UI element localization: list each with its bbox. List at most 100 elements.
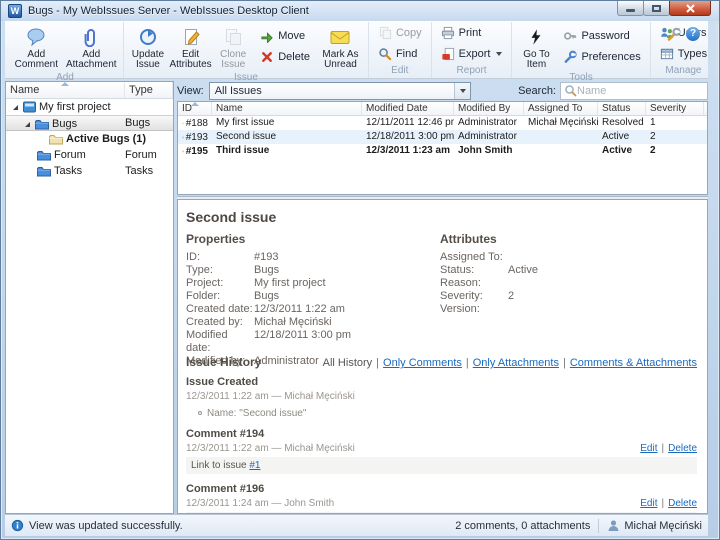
minimize-icon xyxy=(626,9,635,12)
print-button[interactable]: Print xyxy=(435,24,509,42)
export-pdf-icon xyxy=(441,47,455,61)
read-envelope-icon xyxy=(182,119,184,128)
edit-attributes-button[interactable]: Edit Attributes xyxy=(169,22,212,71)
folder-icon xyxy=(37,166,51,177)
filter-comments-attachments[interactable]: Comments & Attachments xyxy=(570,357,697,369)
clone-icon xyxy=(223,27,243,47)
toolbar-group-connection: Close Details Connection xyxy=(716,22,720,78)
edit-comment-link[interactable]: Edit xyxy=(640,498,657,509)
edit-comment-link[interactable]: Edit xyxy=(640,443,657,454)
folder-icon xyxy=(35,119,49,130)
titlebar: W Bugs - My WebIssues Server - WebIssues… xyxy=(1,1,719,21)
maximize-icon xyxy=(652,5,661,12)
delete-comment-link[interactable]: Delete xyxy=(668,498,697,509)
export-button[interactable]: Export xyxy=(435,45,509,63)
go-to-item-button[interactable]: Go To Item xyxy=(515,22,557,71)
minimize-button[interactable] xyxy=(617,1,644,16)
close-window-button[interactable] xyxy=(669,1,711,16)
add-comment-button[interactable]: Add Comment xyxy=(10,22,63,71)
issue-history-section: Issue History All History|Only Comments|… xyxy=(186,355,697,514)
current-user: Michał Męciński xyxy=(624,520,702,532)
history-entry-comment-196: Comment #196 12/3/2011 1:24 am — John Sm… xyxy=(186,483,697,514)
attributes-section: Attributes Assigned To: Status:Active Re… xyxy=(440,232,695,316)
copy-button[interactable]: Copy xyxy=(372,24,428,42)
issue-list: ID Name Modified Date Modified By Assign… xyxy=(177,101,708,195)
expander-icon[interactable] xyxy=(25,122,30,127)
issue-title: Second issue xyxy=(186,209,276,225)
issue-row-195-unread[interactable]: #195 Third issue 12/3/2011 1:23 am John … xyxy=(178,144,707,158)
history-entry-created: Issue Created 12/3/2011 1:22 am — Michał… xyxy=(186,376,697,419)
issue-link[interactable]: #1 xyxy=(249,460,260,471)
view-dropdown-value: All Issues xyxy=(210,85,454,97)
comment-attachment-counts: 2 comments, 0 attachments xyxy=(455,520,590,532)
tree-item-tasks[interactable]: Tasks Tasks xyxy=(6,163,173,179)
bullet-icon xyxy=(198,411,202,415)
delete-comment-link[interactable]: Delete xyxy=(668,443,697,454)
dropdown-arrow-icon xyxy=(460,89,466,93)
search-label: Search: xyxy=(518,85,556,97)
filter-all-history[interactable]: All History xyxy=(323,357,373,369)
delete-icon xyxy=(260,50,274,64)
tree-item-bugs[interactable]: Bugs Bugs xyxy=(6,115,173,131)
column-header-modified-by[interactable]: Modified By xyxy=(454,102,524,115)
toolbar-group-add: Add Comment Add Attachment Add xyxy=(7,22,123,78)
unread-envelope-icon xyxy=(182,147,184,156)
edit-icon xyxy=(181,27,201,47)
add-attachment-button[interactable]: Add Attachment xyxy=(63,22,120,71)
tree-item-project[interactable]: My first project xyxy=(6,99,173,115)
user-icon xyxy=(607,519,620,532)
search-icon xyxy=(564,84,577,97)
filter-only-comments[interactable]: Only Comments xyxy=(383,357,462,369)
issue-row-193-selected[interactable]: #193 Second issue 12/18/2011 3:00 pm Adm… xyxy=(178,130,707,144)
types-table-icon xyxy=(660,47,674,61)
column-header-name[interactable]: Name xyxy=(212,102,362,115)
tree-column-header-name[interactable]: Name xyxy=(6,82,125,98)
tree-item-active-bugs[interactable]: Active Bugs (1) xyxy=(6,131,173,147)
clone-issue-button[interactable]: Clone Issue xyxy=(212,22,254,71)
issue-details-panel: Second issue Properties ID:#193 Type:Bug… xyxy=(177,199,708,514)
help-button[interactable]: ? xyxy=(686,27,700,41)
column-header-assigned-to[interactable]: Assigned To xyxy=(524,102,598,115)
view-bar: View: All Issues Search: xyxy=(177,81,708,100)
column-header-severity[interactable]: Severity xyxy=(646,102,704,115)
preferences-button[interactable]: Preferences xyxy=(557,48,646,66)
mark-as-unread-button[interactable]: Mark As Unread xyxy=(316,22,365,71)
expander-icon[interactable] xyxy=(13,105,18,110)
toolbar-group-issue: Update Issue Edit Attributes Clone Issue… xyxy=(123,22,368,78)
status-bar: View was updated successfully. 2 comment… xyxy=(5,514,708,536)
settings-wrench-button[interactable] xyxy=(666,27,681,42)
search-input[interactable] xyxy=(577,85,704,97)
column-header-modified-date[interactable]: Modified Date xyxy=(362,102,454,115)
info-icon xyxy=(11,519,24,532)
properties-section: Properties ID:#193 Type:Bugs Project:My … xyxy=(186,232,436,368)
password-button[interactable]: Password xyxy=(557,27,646,45)
move-button[interactable]: Move xyxy=(254,27,316,45)
tree-item-forum[interactable]: Forum Forum xyxy=(6,147,173,163)
issue-row-188[interactable]: #188 My first issue 12/11/2011 12:46 pm … xyxy=(178,116,707,130)
maximize-button[interactable] xyxy=(643,1,670,16)
preferences-wrench-icon xyxy=(563,50,577,64)
toolbar: Add Comment Add Attachment Add Update Is… xyxy=(5,21,708,79)
tree-column-header-type[interactable]: Type xyxy=(125,82,173,98)
find-icon xyxy=(378,47,392,61)
app-logo-icon: W xyxy=(8,4,22,18)
status-message: View was updated successfully. xyxy=(29,520,183,532)
print-icon xyxy=(441,26,455,40)
project-icon xyxy=(23,101,36,113)
view-dropdown[interactable]: All Issues xyxy=(209,82,471,100)
attachment-icon xyxy=(81,27,101,47)
history-entry-comment-194: Comment #194 12/3/2011 1:22 am — Michał … xyxy=(186,428,697,474)
update-issue-button[interactable]: Update Issue xyxy=(127,22,169,71)
project-tree-panel: Name Type My first project Bugs Bugs Act… xyxy=(5,81,174,514)
delete-button[interactable]: Delete xyxy=(254,48,316,66)
unread-envelope-icon xyxy=(330,30,350,45)
toolbar-group-tools: Go To Item Password Preferences Tools xyxy=(511,22,649,78)
column-header-id[interactable]: ID xyxy=(178,102,212,115)
toolbar-group-edit: Copy Find Edit xyxy=(368,22,431,78)
find-button[interactable]: Find xyxy=(372,45,428,63)
types-button[interactable]: Types xyxy=(654,45,713,63)
filter-only-attachments[interactable]: Only Attachments xyxy=(473,357,559,369)
column-header-status[interactable]: Status xyxy=(598,102,646,115)
view-label: View: xyxy=(177,85,204,97)
app-window: W Bugs - My WebIssues Server - WebIssues… xyxy=(0,0,720,540)
